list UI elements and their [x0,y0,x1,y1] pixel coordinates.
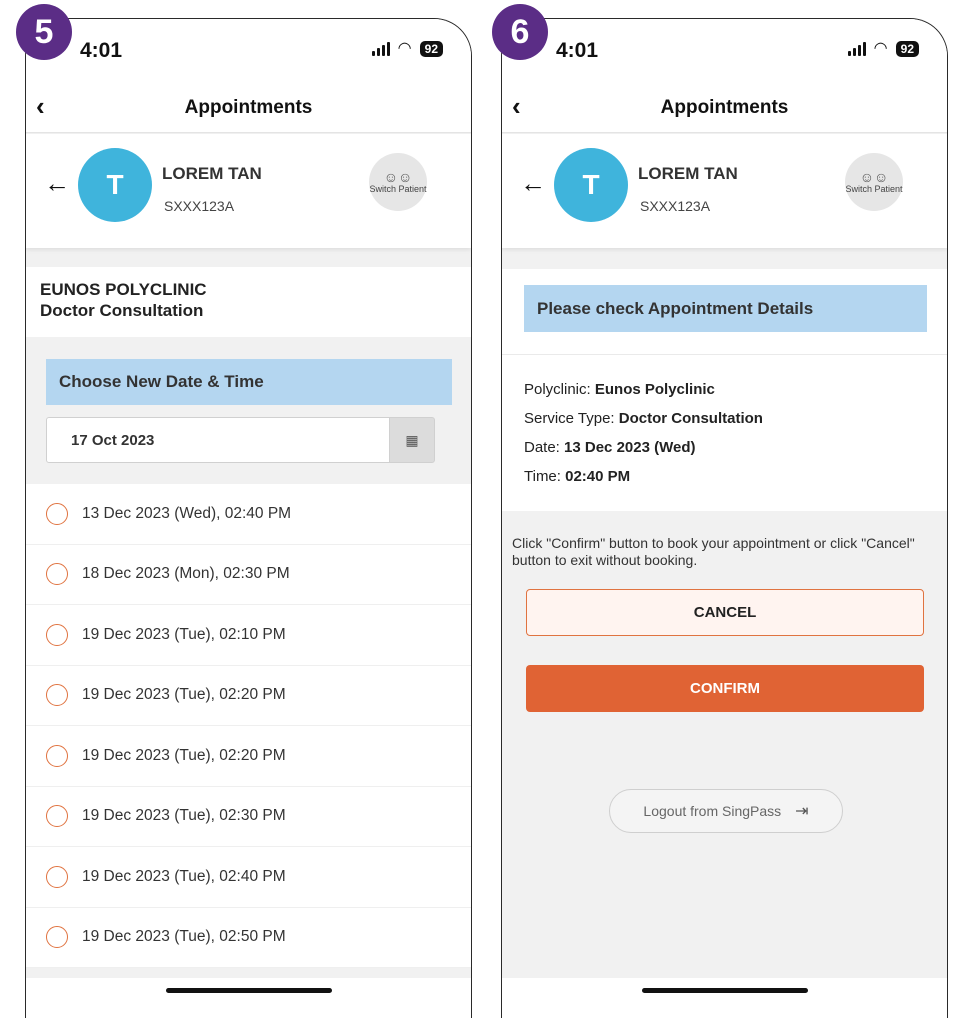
back-arrow-icon[interactable]: ← [44,168,70,199]
patient-name: LOREM TAN [162,164,262,183]
wifi-icon: ◠ [873,40,888,57]
signal-icon [371,42,390,56]
nav-bar: ‹ Appointments [26,83,471,133]
radio-icon[interactable] [46,623,68,646]
slot-label: 13 Dec 2023 (Wed), 02:40 PM [82,504,292,522]
detail-service: Service Type: Doctor Consultation [524,410,763,427]
slot-label: 18 Dec 2023 (Mon), 02:30 PM [82,565,290,583]
slot-option[interactable]: 19 Dec 2023 (Tue), 02:20 PM [26,665,471,726]
instruction-text: Click "Confirm" button to book your appo… [512,535,915,568]
phone-screen-choose-slot: 4:01 ◠ 92 ‹ Appointments ← T LOREM TAN S… [25,18,472,1018]
slot-option[interactable]: 19 Dec 2023 (Tue), 02:40 PM [26,847,471,908]
date-input[interactable]: 17 Oct 2023 [46,417,390,463]
patient-name: LOREM TAN [638,164,738,183]
details-body: Polyclinic: Eunos Polyclinic Service Typ… [502,355,947,511]
page-title: Appointments [660,97,789,118]
slot-option[interactable]: 19 Dec 2023 (Tue), 02:50 PM [26,907,471,968]
cancel-button[interactable]: CANCEL [526,589,924,636]
choose-date-section: Choose New Date & Time 17 Oct 2023 ▦ [26,337,471,483]
slot-label: 19 Dec 2023 (Tue), 02:20 PM [82,686,286,704]
logout-icon: ⇥ [795,803,809,820]
switch-patient-button[interactable]: ☺☺ Switch Patient [845,153,903,211]
patient-card: ← T LOREM TAN SXXX123A ☺☺ Switch Patient [502,134,947,248]
confirm-button[interactable]: CONFIRM [526,665,924,712]
status-time: 4:01 [556,39,599,62]
status-icons: ◠ 92 [371,40,443,57]
battery-icon: 92 [895,41,919,57]
patient-id: SXXX123A [640,198,711,214]
status-icons: ◠ 92 [847,40,919,57]
slot-option[interactable]: 13 Dec 2023 (Wed), 02:40 PM [26,484,471,545]
clinic-info: EUNOS POLYCLINIC Doctor Consultation [26,267,471,337]
status-bar: 4:01 ◠ 92 [26,19,471,83]
slot-list: 13 Dec 2023 (Wed), 02:40 PM 18 Dec 2023 … [26,484,471,968]
status-time: 4:01 [80,39,123,62]
battery-icon: 92 [419,41,443,57]
slot-option[interactable]: 19 Dec 2023 (Tue), 02:10 PM [26,605,471,666]
step-5-badge: 5 [16,4,72,60]
details-header: Please check Appointment Details [502,269,947,355]
back-arrow-icon[interactable]: ← [520,168,546,199]
patient-id: SXXX123A [164,198,235,214]
step-6-badge: 6 [492,4,548,60]
detail-date: Date: 13 Dec 2023 (Wed) [524,439,696,456]
slot-label: 19 Dec 2023 (Tue), 02:10 PM [82,625,286,643]
slot-label: 19 Dec 2023 (Tue), 02:50 PM [82,928,286,946]
radio-icon[interactable] [46,865,68,888]
status-bar: 4:01 ◠ 92 [502,19,947,83]
logout-button[interactable]: Logout from SingPass ⇥ [609,789,843,833]
radio-icon[interactable] [46,805,68,828]
phone-screen-confirm: 4:01 ◠ 92 ‹ Appointments ← T LOREM TAN S… [501,18,948,1018]
switch-patient-label: Switch Patient [369,184,427,194]
switch-patient-label: Switch Patient [845,184,903,194]
slot-label: 19 Dec 2023 (Tue), 02:40 PM [82,867,286,885]
home-indicator [26,978,471,1018]
radio-icon[interactable] [46,684,68,707]
people-icon: ☺☺ [859,169,889,185]
avatar: T [78,148,152,222]
home-indicator [502,978,947,1018]
radio-icon[interactable] [46,744,68,767]
detail-time: Time: 02:40 PM [524,468,631,485]
switch-patient-button[interactable]: ☺☺ Switch Patient [369,153,427,211]
people-icon: ☺☺ [383,169,413,185]
slot-label: 19 Dec 2023 (Tue), 02:20 PM [82,746,286,764]
radio-icon[interactable] [46,563,68,586]
slot-label: 19 Dec 2023 (Tue), 02:30 PM [82,807,286,825]
wifi-icon: ◠ [397,40,412,57]
nav-bar: ‹ Appointments [502,83,947,133]
appointment-details: Please check Appointment Details Polycli… [502,269,947,511]
clinic-name: EUNOS POLYCLINIC [40,280,207,299]
avatar: T [554,148,628,222]
radio-icon[interactable] [46,926,68,949]
slot-option[interactable]: 19 Dec 2023 (Tue), 02:20 PM [26,726,471,787]
choose-date-banner: Choose New Date & Time [46,359,452,405]
patient-card: ← T LOREM TAN SXXX123A ☺☺ Switch Patient [26,134,471,248]
service-name: Doctor Consultation [40,301,204,320]
radio-icon[interactable] [46,502,68,525]
slot-option[interactable]: 18 Dec 2023 (Mon), 02:30 PM [26,544,471,605]
page-title: Appointments [184,97,313,118]
logout-label: Logout from SingPass [643,803,782,819]
signal-icon [847,42,866,56]
calendar-icon[interactable]: ▦ [389,417,435,463]
slot-option[interactable]: 19 Dec 2023 (Tue), 02:30 PM [26,786,471,847]
details-banner: Please check Appointment Details [524,285,927,332]
detail-polyclinic: Polyclinic: Eunos Polyclinic [524,381,715,398]
